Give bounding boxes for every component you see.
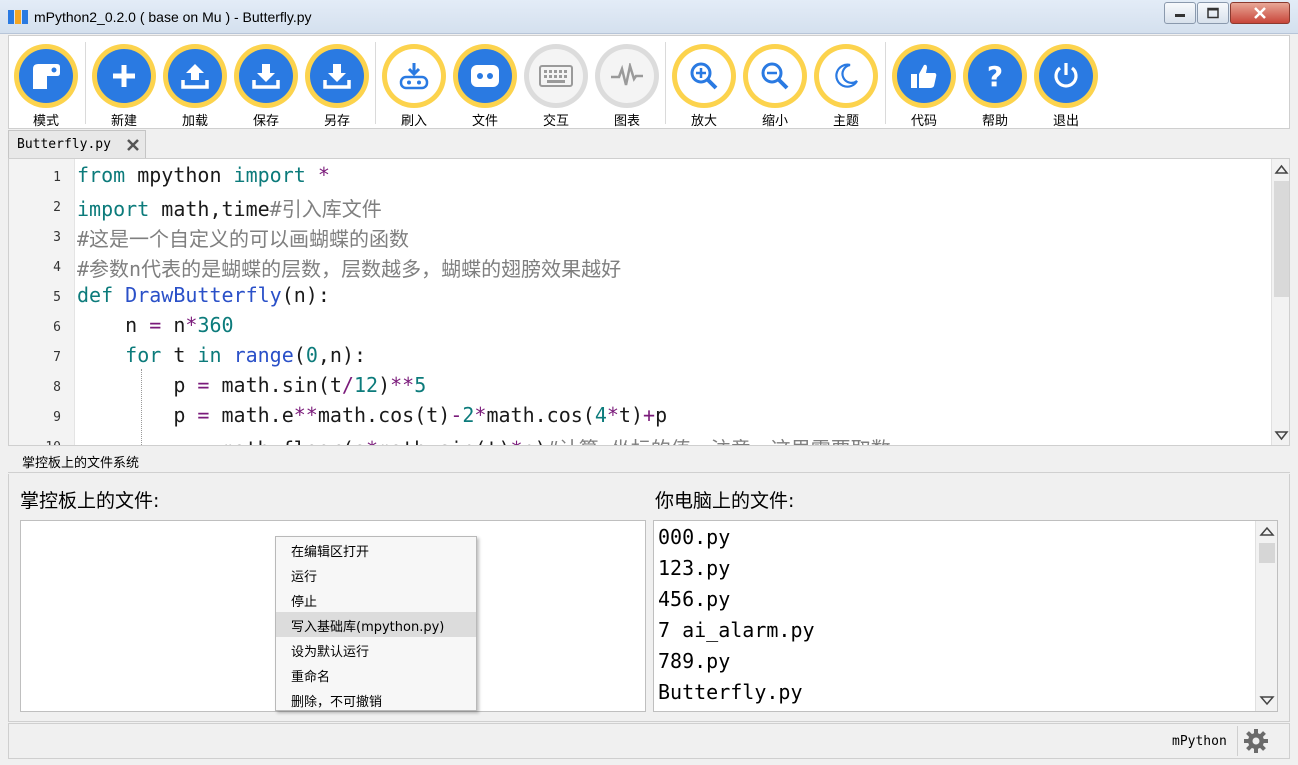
new-button[interactable]: 新建 <box>89 42 157 129</box>
plus-icon <box>113 65 135 87</box>
minimize-icon <box>1175 14 1185 17</box>
folder-board-icon <box>471 65 499 87</box>
line-number: 4 <box>53 260 61 275</box>
code-button[interactable]: 代码 <box>889 42 957 129</box>
list-item[interactable]: 789.py <box>658 649 730 673</box>
line-number: 2 <box>53 200 61 215</box>
upload-icon <box>181 64 209 89</box>
mode-button[interactable]: 模式 <box>11 42 79 129</box>
maximize-icon <box>1207 7 1219 19</box>
zoom-out-button[interactable]: 缩小 <box>740 42 808 129</box>
close-icon <box>1254 7 1266 19</box>
menu-item-write-library[interactable]: 写入基础库(mpython.py) <box>276 612 476 637</box>
code-line: from mpython import * <box>77 163 330 187</box>
theme-button[interactable]: 主题 <box>811 42 879 129</box>
scroll-thumb[interactable] <box>1274 181 1289 297</box>
indent-guide <box>141 369 142 445</box>
quit-button[interactable]: 退出 <box>1031 42 1099 129</box>
code-line: def DrawButterfly(n): <box>77 283 330 307</box>
load-button[interactable]: 加载 <box>160 42 228 129</box>
context-menu: 在编辑区打开 运行 停止 写入基础库(mpython.py) 设为默认运行 重命… <box>275 536 477 711</box>
menu-item-open-in-editor[interactable]: 在编辑区打开 <box>276 537 476 562</box>
line-number: 8 <box>53 380 61 395</box>
help-button[interactable]: ? 帮助 <box>960 42 1028 129</box>
pulse-icon <box>611 63 643 86</box>
line-number: 7 <box>53 350 61 365</box>
menu-item-rename[interactable]: 重命名 <box>276 662 476 687</box>
window-title: mPython2_0.2.0 ( base on Mu ) - Butterfl… <box>34 9 312 25</box>
close-window-button[interactable] <box>1230 2 1290 24</box>
files-button[interactable]: 文件 <box>450 42 518 129</box>
code-line: p = math.sin(t/12)**5 <box>77 373 427 397</box>
code-line: x = math.floor(a*math.sin(t)*p)#计算x坐标的值，… <box>77 433 890 445</box>
menu-item-stop[interactable]: 停止 <box>276 587 476 612</box>
filesystem-header: 掌控板上的文件系统 <box>8 447 1290 473</box>
download-alt-icon <box>323 64 351 89</box>
minimize-button[interactable] <box>1164 2 1196 24</box>
scroll-up-icon[interactable] <box>1259 525 1275 537</box>
menu-item-set-default[interactable]: 设为默认运行 <box>276 637 476 662</box>
line-number: 1 <box>53 170 61 185</box>
zoom-out-icon <box>761 62 789 90</box>
repl-button[interactable]: 交互 <box>521 42 589 129</box>
scroll-up-icon[interactable] <box>1274 163 1289 175</box>
line-number: 9 <box>53 410 61 425</box>
code-line: p = math.e**math.cos(t)-2*math.cos(4*t)+… <box>77 403 668 427</box>
tab-butterfly-py[interactable]: Butterfly.py <box>8 130 146 158</box>
flash-icon <box>399 63 429 90</box>
toolbar: 模式 新建 加载 保存 另存 刷入 文件 交互 图表 放大 缩小 主题 代码 ?… <box>8 35 1290 129</box>
plotter-button[interactable]: 图表 <box>592 42 660 129</box>
moon-icon <box>835 63 858 88</box>
code-line: import math,time#引入库文件 <box>77 197 382 221</box>
code-editor[interactable]: 1 2 3 4 5 6 7 8 9 10 from mpython import… <box>8 158 1290 446</box>
menu-item-delete[interactable]: 删除，不可撤销 <box>276 687 476 712</box>
editor-scrollbar[interactable] <box>1271 159 1289 445</box>
thumbs-up-icon <box>911 64 937 88</box>
mode-icon <box>33 64 60 89</box>
save-button[interactable]: 保存 <box>231 42 299 129</box>
status-bar: mPython <box>8 723 1290 759</box>
save-as-button[interactable]: 另存 <box>302 42 370 129</box>
tab-label: Butterfly.py <box>17 137 111 152</box>
title-bar: mPython2_0.2.0 ( base on Mu ) - Butterfl… <box>0 0 1298 34</box>
maximize-button[interactable] <box>1197 2 1229 24</box>
code-line: #参数n代表的是蝴蝶的层数，层数越多，蝴蝶的翅膀效果越好 <box>77 257 622 281</box>
download-icon <box>252 64 280 89</box>
menu-item-run[interactable]: 运行 <box>276 562 476 587</box>
line-number: 5 <box>53 290 61 305</box>
computer-file-list[interactable]: 000.py 123.py 456.py 7 ai_alarm.py 789.p… <box>653 520 1278 712</box>
keyboard-icon <box>539 65 573 87</box>
list-item[interactable]: Butterfly.py <box>658 680 803 704</box>
scroll-down-icon[interactable] <box>1259 695 1275 707</box>
scroll-down-icon[interactable] <box>1274 430 1289 442</box>
flash-button[interactable]: 刷入 <box>379 42 447 129</box>
app-logo-icon <box>8 10 28 24</box>
list-item[interactable]: 7 ai_alarm.py <box>658 618 815 642</box>
file-list-scrollbar[interactable] <box>1255 521 1277 711</box>
line-number: 10 <box>9 440 61 445</box>
scroll-thumb[interactable] <box>1259 543 1275 563</box>
code-line: #这是一个自定义的可以画蝴蝶的函数 <box>77 227 410 251</box>
list-item[interactable]: 123.py <box>658 556 730 580</box>
computer-files-label: 你电脑上的文件: <box>655 490 795 512</box>
line-number: 3 <box>53 230 61 245</box>
zoom-in-button[interactable]: 放大 <box>669 42 737 129</box>
line-number: 6 <box>53 320 61 335</box>
close-tab-icon[interactable] <box>125 137 141 153</box>
power-icon <box>1054 63 1078 88</box>
question-icon: ? <box>987 61 1003 91</box>
svg-text:?: ? <box>987 61 1003 91</box>
zoom-in-icon <box>690 62 718 90</box>
code-line: for t in range(0,n): <box>125 343 367 367</box>
line-number-gutter: 1 2 3 4 5 6 7 8 9 10 <box>9 159 75 445</box>
mode-indicator: mPython <box>1172 734 1227 749</box>
list-item[interactable]: 000.py <box>658 525 730 549</box>
board-files-label: 掌控板上的文件: <box>20 490 160 512</box>
code-line: n = n*360 <box>77 313 234 337</box>
gear-icon[interactable] <box>1243 728 1269 754</box>
list-item[interactable]: 456.py <box>658 587 730 611</box>
